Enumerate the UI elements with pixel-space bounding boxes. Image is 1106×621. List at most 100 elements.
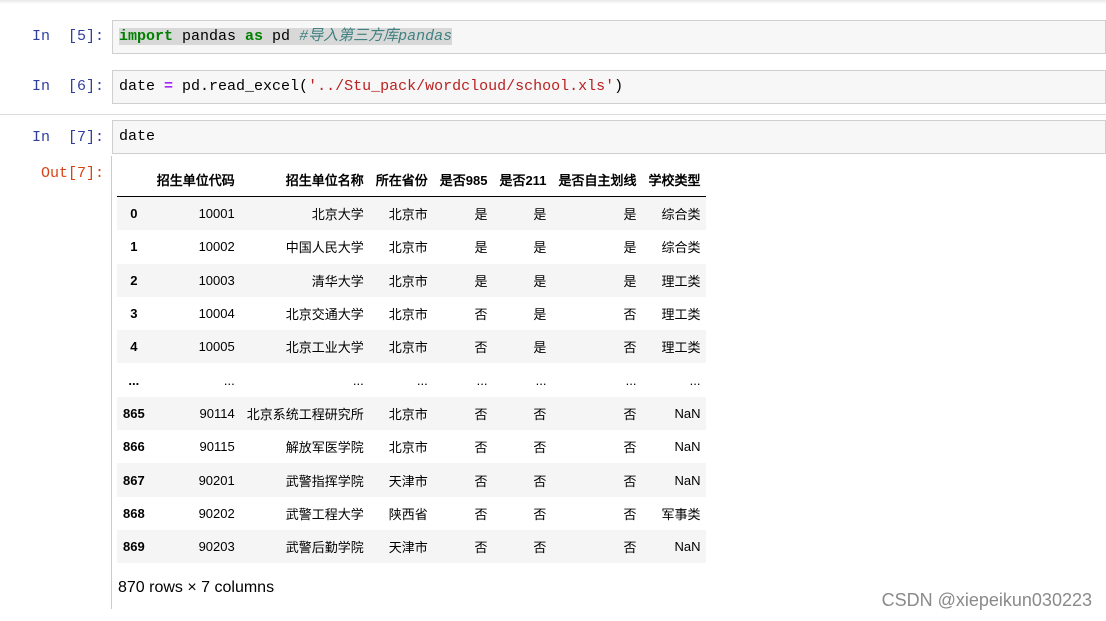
output-divider <box>111 156 112 609</box>
table-cell: 否 <box>533 473 547 489</box>
row-index: 869 <box>123 539 145 555</box>
table-row: 865 90114 北京系统工程研究所 北京市 否 否 否 NaN <box>117 396 707 431</box>
table-cell: 是 <box>533 307 547 323</box>
code-cell-5[interactable]: In [5]: import pandas as pd #导入第三方库panda… <box>0 20 1106 56</box>
code-line-7: date <box>119 128 155 145</box>
table-cell: 10004 <box>198 306 235 322</box>
table-cell: 解放军医学院 <box>285 440 364 456</box>
table-cell: 军事类 <box>661 506 701 522</box>
row-index: 867 <box>123 472 145 488</box>
table-cell: 90114 <box>199 405 235 421</box>
row-index: 868 <box>123 505 145 521</box>
table-cell: ... <box>416 372 428 388</box>
code-token: import <box>119 28 174 45</box>
table-cell: NaN <box>674 539 701 555</box>
table-cell: 北京工业大学 <box>285 340 364 356</box>
table-cell: 是 <box>623 273 637 289</box>
table-cell: 否 <box>474 340 488 356</box>
code-token: pandas <box>173 28 246 45</box>
column-header: 是否211 <box>493 163 553 197</box>
table-cell: 北京市 <box>388 406 428 422</box>
index-header <box>117 163 151 197</box>
table-cell: 北京系统工程研究所 <box>246 406 364 422</box>
table-cell: 北京大学 <box>311 207 364 223</box>
table-cell: 是 <box>474 240 488 256</box>
code-token: as <box>245 28 264 45</box>
table-cell: 是 <box>533 240 547 256</box>
table-cell: 综合类 <box>661 240 701 256</box>
table-cell: 否 <box>623 406 637 422</box>
row-index: 0 <box>130 206 138 222</box>
table-cell: 北京交通大学 <box>285 307 364 323</box>
table-cell: 否 <box>474 473 488 489</box>
table-cell: ... <box>476 372 488 388</box>
table-row: 0 10001 北京大学 北京市 是 是 是 综合类 <box>117 196 707 231</box>
row-index: 4 <box>130 339 138 355</box>
column-header: 招生单位代码 <box>150 163 241 197</box>
code-token: date <box>119 128 156 145</box>
table-cell: 理工类 <box>661 307 701 323</box>
table-row: 867 90201 武警指挥学院 天津市 否 否 否 NaN <box>117 463 707 497</box>
table-cell: NaN <box>674 439 701 455</box>
row-index: 865 <box>123 405 145 421</box>
table-cell: 北京市 <box>388 307 428 323</box>
table-cell: 否 <box>474 440 488 456</box>
row-index: 3 <box>130 306 138 322</box>
table-cell: 北京市 <box>388 440 428 456</box>
table-cell: 否 <box>474 406 488 422</box>
table-cell: 是 <box>533 273 547 289</box>
output-prompt-7: Out[7]: <box>40 165 104 182</box>
table-cell: 否 <box>623 340 637 356</box>
table-cell: 否 <box>623 473 637 489</box>
code-input-7[interactable]: date <box>112 120 1106 154</box>
table-cell: 否 <box>623 440 637 456</box>
table-row: ........................ <box>117 363 707 397</box>
column-header: 是否自主划线 <box>552 163 643 197</box>
row-index: 2 <box>130 272 138 288</box>
input-prompt-7: In [7]: <box>31 129 104 146</box>
table-cell: 是 <box>474 273 488 289</box>
table-cell: 90202 <box>198 505 235 521</box>
table-cell: 理工类 <box>661 273 701 289</box>
table-cell: 是 <box>623 207 637 223</box>
table-cell: 否 <box>623 307 637 323</box>
table-cell: 否 <box>474 506 488 522</box>
table-cell: ... <box>625 372 637 388</box>
dataframe-shape-text: 870 rows × 7 columns <box>118 579 275 596</box>
table-cell: 武警工程大学 <box>285 506 364 522</box>
table-cell: 否 <box>533 406 547 422</box>
input-prompt-5: In [5]: <box>31 28 104 45</box>
table-cell: 清华大学 <box>311 273 364 289</box>
notebook-top-edge <box>0 0 1106 4</box>
code-cell-7[interactable]: In [7]: date <box>0 120 1106 156</box>
table-cell: NaN <box>674 405 701 421</box>
cell-separator <box>0 114 1106 115</box>
table-cell: 天津市 <box>388 473 428 489</box>
table-cell: 是 <box>533 340 547 356</box>
table-cell: 中国人民大学 <box>285 240 364 256</box>
code-token: pd <box>263 28 300 45</box>
table-cell: 武警指挥学院 <box>285 473 364 489</box>
table-cell: 10002 <box>198 239 235 255</box>
table-cell: 否 <box>474 307 488 323</box>
table-cell: ... <box>535 372 547 388</box>
table-cell: ... <box>352 372 364 388</box>
table-cell: 是 <box>533 207 547 223</box>
table-cell: 10001 <box>198 206 235 222</box>
table-row: 869 90203 武警后勤学院 天津市 否 否 否 NaN <box>117 529 707 564</box>
table-cell: ... <box>689 372 701 388</box>
table-row: 2 10003 清华大学 北京市 是 是 是 理工类 <box>117 263 707 297</box>
table-cell: 否 <box>533 506 547 522</box>
code-input-6[interactable]: date = pd.read_excel('../Stu_pack/wordcl… <box>112 70 1106 104</box>
row-index: ... <box>128 372 140 388</box>
code-cell-6[interactable]: In [6]: date = pd.read_excel('../Stu_pac… <box>0 70 1106 106</box>
table-cell: 否 <box>623 506 637 522</box>
table-cell: 是 <box>623 240 637 256</box>
table-cell: 北京市 <box>388 240 428 256</box>
code-token: #导入第三方库pandas <box>299 28 453 45</box>
table-cell: 武警后勤学院 <box>285 540 364 556</box>
dataframe-body: 0 10001 北京大学 北京市是是是综合类 1 10002 中国人民大学 北京市是是是综合类… <box>117 196 707 564</box>
dataframe-header: 招生单位代码 招生单位名称 所在省份 是否985 是否211 是否自主划线 学校类型 <box>117 163 707 197</box>
table-cell: 90115 <box>199 439 235 455</box>
code-input-5[interactable]: import pandas as pd #导入第三方库pandas <box>112 20 1106 54</box>
